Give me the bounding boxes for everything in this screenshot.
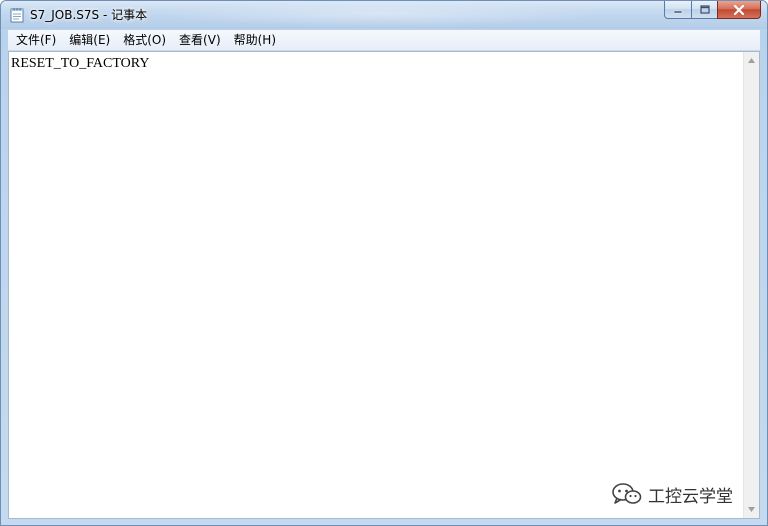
scroll-up-button[interactable] [744, 52, 759, 69]
menu-file[interactable]: 文件(F) [8, 31, 62, 49]
title-bar-glass [161, 1, 601, 27]
minimize-icon [673, 10, 683, 13]
editor-content[interactable]: RESET_TO_FACTORY [11, 55, 741, 518]
watermark-text: 工控云学堂 [648, 486, 733, 507]
wechat-icon [612, 483, 642, 504]
title-bar[interactable]: S7_JOB.S7S - 记事本 [1, 1, 767, 29]
menu-help[interactable]: 帮助(H) [228, 31, 282, 49]
scroll-up-arrow-icon [748, 58, 755, 63]
minimize-button[interactable] [664, 1, 691, 19]
menu-bar: 文件(F) 编辑(E) 格式(O) 查看(V) 帮助(H) [8, 30, 760, 51]
window-title: S7_JOB.S7S - 记事本 [30, 8, 148, 22]
maximize-button[interactable] [691, 1, 717, 19]
scroll-down-button[interactable] [744, 501, 759, 518]
menu-format[interactable]: 格式(O) [117, 31, 172, 49]
close-icon [733, 4, 745, 15]
menu-view[interactable]: 查看(V) [173, 31, 227, 49]
scroll-down-arrow-icon [748, 507, 755, 512]
notepad-window: S7_JOB.S7S - 记事本 文件(F) 编辑(E) 格式(O) 查看(V)… [0, 0, 768, 526]
notepad-icon[interactable] [10, 7, 24, 23]
watermark: 工控云学堂 [612, 480, 733, 508]
maximize-icon [699, 4, 710, 14]
vertical-scrollbar[interactable] [743, 52, 759, 518]
menu-edit[interactable]: 编辑(E) [63, 31, 116, 49]
text-editor[interactable]: RESET_TO_FACTORY [8, 51, 760, 519]
caption-buttons [664, 1, 761, 20]
close-button[interactable] [717, 1, 761, 19]
